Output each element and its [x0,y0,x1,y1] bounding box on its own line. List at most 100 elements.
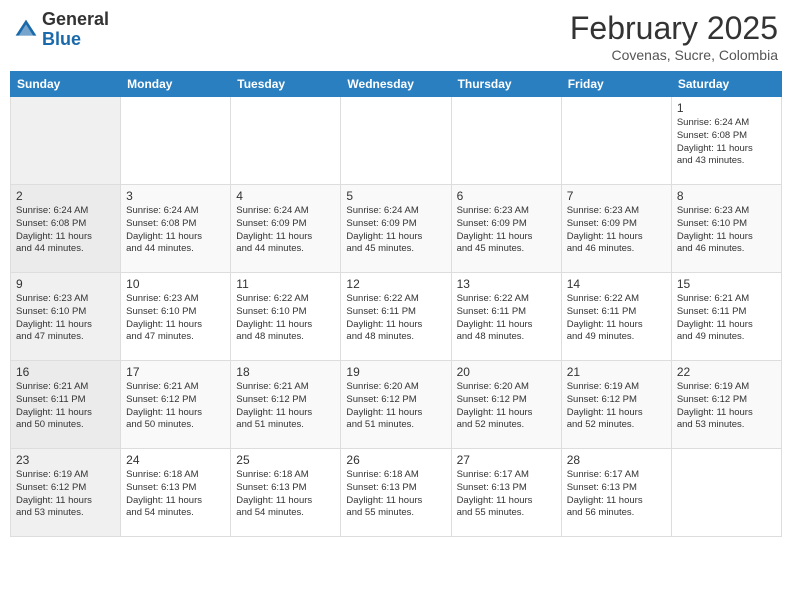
day-info: Sunrise: 6:18 AM Sunset: 6:13 PM Dayligh… [236,469,335,520]
calendar-day-cell: 27 Sunrise: 6:17 AM Sunset: 6:13 PM Dayli… [451,449,561,537]
day-info: Sunrise: 6:22 AM Sunset: 6:11 PM Dayligh… [457,293,556,344]
calendar-day-cell: 15Sunrise: 6:21 AM Sunset: 6:11 PM Dayli… [671,273,781,361]
day-info: Sunrise: 6:23 AM Sunset: 6:10 PM Dayligh… [677,205,776,256]
calendar-day-cell [671,449,781,537]
day-number: 5 [346,189,445,203]
calendar-week-row: 2 Sunrise: 6:24 AM Sunset: 6:08 PM Daylig… [11,185,782,273]
day-info: Sunrise: 6:18 AM Sunset: 6:13 PM Dayligh… [346,469,445,520]
calendar-day-cell: 22Sunrise: 6:19 AM Sunset: 6:12 PM Dayli… [671,361,781,449]
calendar-day-cell: 17 Sunrise: 6:21 AM Sunset: 6:12 PM Dayli… [121,361,231,449]
calendar-day-cell: 11Sunrise: 6:22 AM Sunset: 6:10 PM Dayli… [231,273,341,361]
calendar-day-cell: 14 Sunrise: 6:22 AM Sunset: 6:11 PM Dayli… [561,273,671,361]
day-info: Sunrise: 6:23 AM Sunset: 6:10 PM Dayligh… [16,293,115,344]
calendar-day-cell [561,97,671,185]
day-info: Sunrise: 6:24 AM Sunset: 6:08 PM Dayligh… [16,205,115,256]
day-info: Sunrise: 6:19 AM Sunset: 6:12 PM Dayligh… [16,469,115,520]
day-info: Sunrise: 6:21 AM Sunset: 6:12 PM Dayligh… [236,381,335,432]
calendar-day-cell: 23 Sunrise: 6:19 AM Sunset: 6:12 PM Dayli… [11,449,121,537]
day-info: Sunrise: 6:17 AM Sunset: 6:13 PM Dayligh… [567,469,666,520]
calendar-header-row: SundayMondayTuesdayWednesdayThursdayFrid… [11,72,782,97]
day-info: Sunrise: 6:21 AM Sunset: 6:11 PM Dayligh… [677,293,776,344]
calendar-day-cell: 25Sunrise: 6:18 AM Sunset: 6:13 PM Dayli… [231,449,341,537]
day-info: Sunrise: 6:19 AM Sunset: 6:12 PM Dayligh… [567,381,666,432]
calendar-header-friday: Friday [561,72,671,97]
day-number: 8 [677,189,776,203]
calendar-header-tuesday: Tuesday [231,72,341,97]
calendar-day-cell: 10 Sunrise: 6:23 AM Sunset: 6:10 PM Dayli… [121,273,231,361]
calendar-day-cell: 20 Sunrise: 6:20 AM Sunset: 6:12 PM Dayli… [451,361,561,449]
calendar-day-cell: 3Sunrise: 6:24 AM Sunset: 6:08 PM Daylig… [121,185,231,273]
day-number: 18 [236,365,335,379]
calendar-day-cell: 16 Sunrise: 6:21 AM Sunset: 6:11 PM Dayli… [11,361,121,449]
day-info: Sunrise: 6:24 AM Sunset: 6:09 PM Dayligh… [236,205,335,256]
calendar-day-cell [121,97,231,185]
calendar-week-row: 1 Sunrise: 6:24 AM Sunset: 6:08 PM Daylig… [11,97,782,185]
title-block: February 2025 Covenas, Sucre, Colombia [570,10,778,63]
calendar-day-cell [341,97,451,185]
calendar-header-wednesday: Wednesday [341,72,451,97]
day-info: Sunrise: 6:24 AM Sunset: 6:08 PM Dayligh… [126,205,225,256]
day-number: 1 [677,101,776,115]
day-info: Sunrise: 6:23 AM Sunset: 6:09 PM Dayligh… [567,205,666,256]
calendar-day-cell: 5Sunrise: 6:24 AM Sunset: 6:09 PM Daylig… [341,185,451,273]
day-number: 21 [567,365,666,379]
day-number: 9 [16,277,115,291]
calendar-day-cell: 18 Sunrise: 6:21 AM Sunset: 6:12 PM Dayli… [231,361,341,449]
day-number: 27 [457,453,556,467]
day-info: Sunrise: 6:20 AM Sunset: 6:12 PM Dayligh… [457,381,556,432]
day-info: Sunrise: 6:23 AM Sunset: 6:09 PM Dayligh… [457,205,556,256]
day-number: 6 [457,189,556,203]
day-info: Sunrise: 6:21 AM Sunset: 6:12 PM Dayligh… [126,381,225,432]
calendar-day-cell: 26Sunrise: 6:18 AM Sunset: 6:13 PM Dayli… [341,449,451,537]
day-number: 16 [16,365,115,379]
day-number: 4 [236,189,335,203]
calendar-day-cell: 9 Sunrise: 6:23 AM Sunset: 6:10 PM Daylig… [11,273,121,361]
day-number: 24 [126,453,225,467]
calendar-day-cell: 2 Sunrise: 6:24 AM Sunset: 6:08 PM Daylig… [11,185,121,273]
day-number: 17 [126,365,225,379]
day-number: 20 [457,365,556,379]
calendar-week-row: 16 Sunrise: 6:21 AM Sunset: 6:11 PM Dayli… [11,361,782,449]
calendar-day-cell: 1 Sunrise: 6:24 AM Sunset: 6:08 PM Daylig… [671,97,781,185]
day-number: 2 [16,189,115,203]
page-header: General Blue February 2025 Covenas, Sucr… [10,10,782,63]
day-info: Sunrise: 6:22 AM Sunset: 6:11 PM Dayligh… [346,293,445,344]
calendar-header-sunday: Sunday [11,72,121,97]
day-info: Sunrise: 6:20 AM Sunset: 6:12 PM Dayligh… [346,381,445,432]
logo-blue-text: Blue [42,29,81,49]
day-number: 7 [567,189,666,203]
calendar-day-cell: 6 Sunrise: 6:23 AM Sunset: 6:09 PM Daylig… [451,185,561,273]
day-number: 23 [16,453,115,467]
day-number: 22 [677,365,776,379]
calendar-day-cell [11,97,121,185]
calendar-day-cell: 12 Sunrise: 6:22 AM Sunset: 6:11 PM Dayli… [341,273,451,361]
calendar-header-thursday: Thursday [451,72,561,97]
calendar-week-row: 23 Sunrise: 6:19 AM Sunset: 6:12 PM Dayli… [11,449,782,537]
day-number: 12 [346,277,445,291]
calendar-header-monday: Monday [121,72,231,97]
calendar-day-cell: 28Sunrise: 6:17 AM Sunset: 6:13 PM Dayli… [561,449,671,537]
day-info: Sunrise: 6:18 AM Sunset: 6:13 PM Dayligh… [126,469,225,520]
day-info: Sunrise: 6:22 AM Sunset: 6:11 PM Dayligh… [567,293,666,344]
logo-general-text: General [42,9,109,29]
day-number: 19 [346,365,445,379]
calendar-day-cell: 21 Sunrise: 6:19 AM Sunset: 6:12 PM Dayli… [561,361,671,449]
calendar-day-cell: 24 Sunrise: 6:18 AM Sunset: 6:13 PM Dayli… [121,449,231,537]
day-info: Sunrise: 6:21 AM Sunset: 6:11 PM Dayligh… [16,381,115,432]
location-text: Covenas, Sucre, Colombia [570,47,778,63]
day-number: 10 [126,277,225,291]
calendar-day-cell [451,97,561,185]
calendar-week-row: 9 Sunrise: 6:23 AM Sunset: 6:10 PM Daylig… [11,273,782,361]
calendar-day-cell: 4 Sunrise: 6:24 AM Sunset: 6:09 PM Daylig… [231,185,341,273]
calendar-day-cell: 8 Sunrise: 6:23 AM Sunset: 6:10 PM Daylig… [671,185,781,273]
logo-icon [14,18,38,42]
day-info: Sunrise: 6:23 AM Sunset: 6:10 PM Dayligh… [126,293,225,344]
calendar-day-cell: 19 Sunrise: 6:20 AM Sunset: 6:12 PM Dayli… [341,361,451,449]
day-number: 14 [567,277,666,291]
day-info: Sunrise: 6:17 AM Sunset: 6:13 PM Dayligh… [457,469,556,520]
month-year-title: February 2025 [570,10,778,47]
day-info: Sunrise: 6:22 AM Sunset: 6:10 PM Dayligh… [236,293,335,344]
calendar-table: SundayMondayTuesdayWednesdayThursdayFrid… [10,71,782,537]
day-info: Sunrise: 6:24 AM Sunset: 6:08 PM Dayligh… [677,117,776,168]
logo: General Blue [14,10,109,50]
